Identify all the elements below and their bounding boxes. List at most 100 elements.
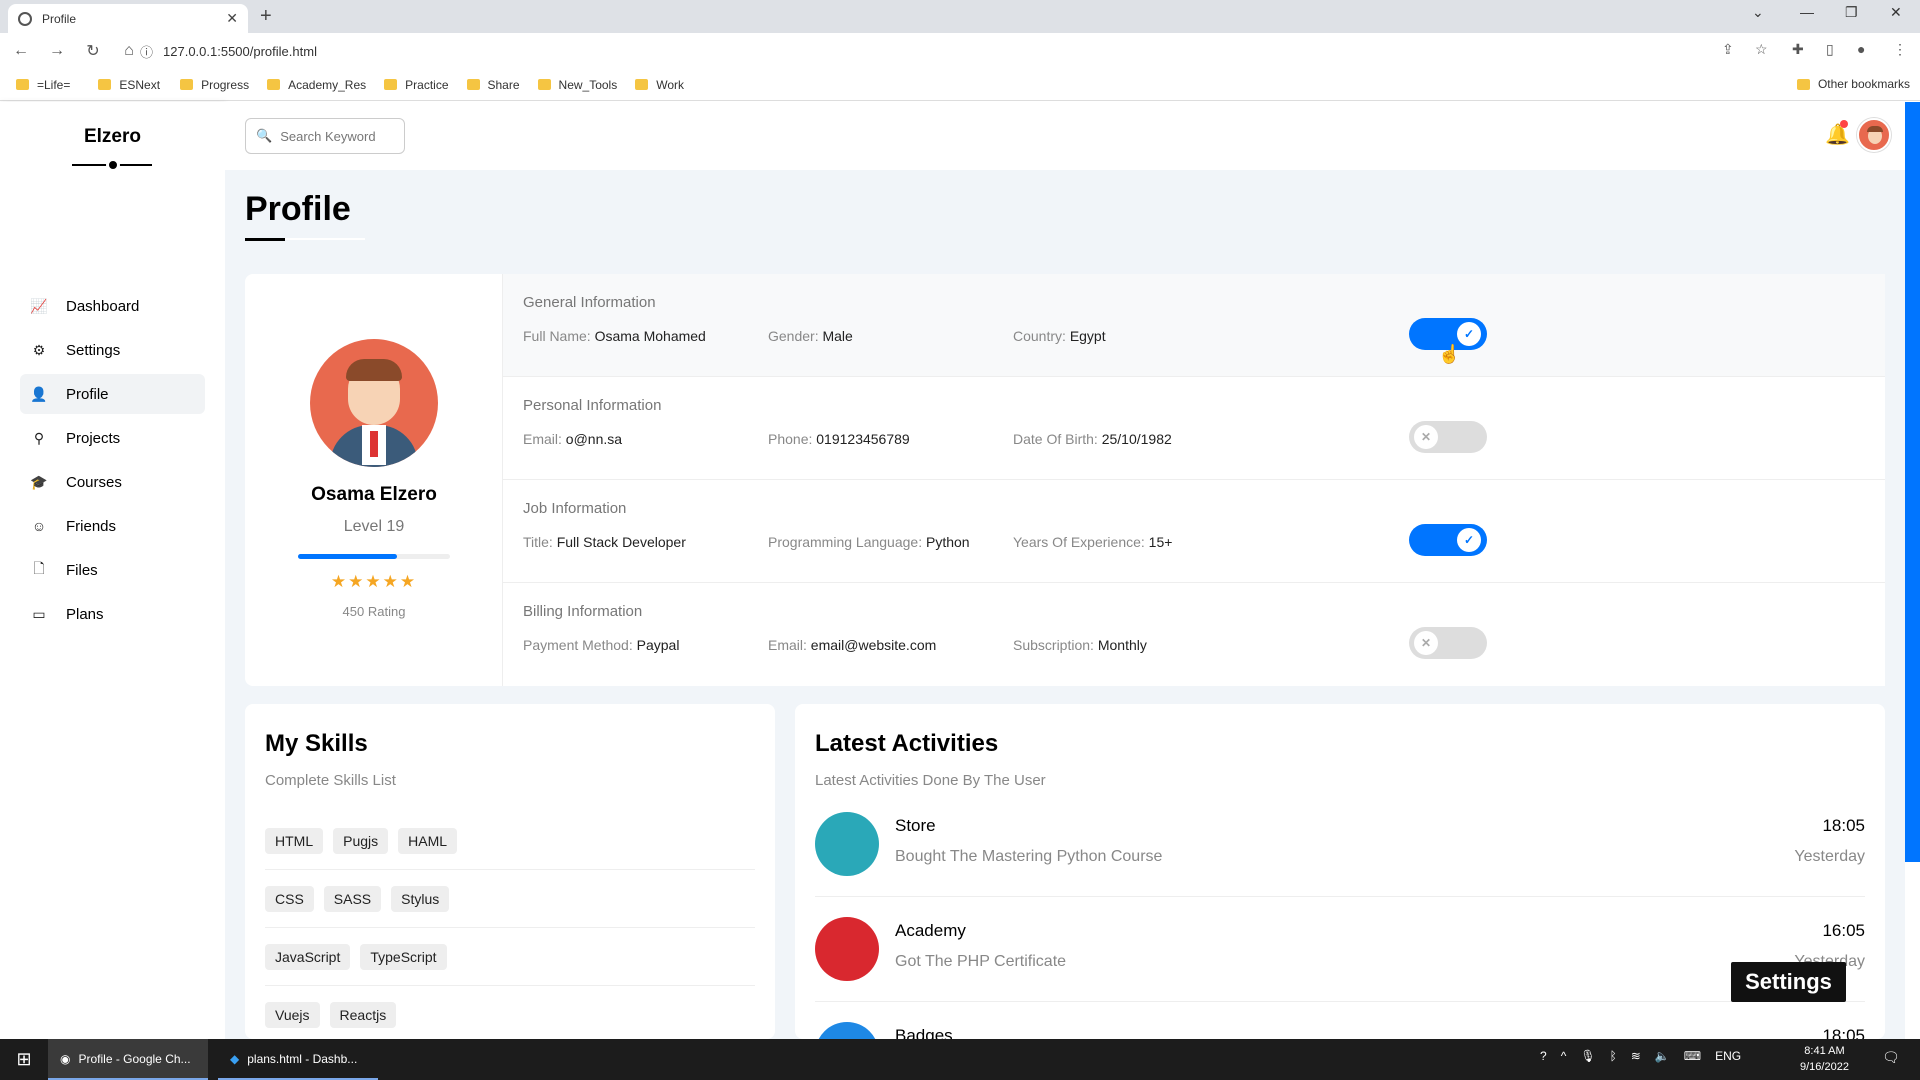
top-header: 🔍 Search Keyword 🔔 bbox=[225, 102, 1905, 170]
notification-dot bbox=[1840, 120, 1848, 128]
minimize-icon[interactable]: — bbox=[1800, 4, 1814, 20]
bookmark[interactable]: Academy_Res bbox=[267, 78, 366, 92]
address-bar[interactable]: ⓘ 127.0.0.1:5500/profile.html bbox=[140, 37, 1760, 65]
language-indicator[interactable]: ENG bbox=[1715, 1049, 1741, 1063]
info-field: Date Of Birth: 25/10/1982 bbox=[1013, 431, 1172, 447]
activity-time: 16:05 bbox=[1822, 921, 1865, 940]
url-text: 127.0.0.1:5500/profile.html bbox=[163, 43, 317, 59]
info-field: Email: email@website.com bbox=[768, 637, 937, 653]
section-toggle[interactable]: ✕ bbox=[1409, 421, 1487, 453]
brand-dot bbox=[106, 158, 120, 172]
search-placeholder: Search Keyword bbox=[280, 128, 376, 144]
other-bookmarks[interactable]: Other bookmarks bbox=[1796, 77, 1910, 91]
info-field: Programming Language: Python bbox=[768, 534, 970, 550]
search-input[interactable]: 🔍 Search Keyword bbox=[245, 118, 405, 154]
extensions-icon[interactable]: ✚ bbox=[1792, 41, 1804, 58]
level-progress-fill bbox=[298, 554, 397, 559]
section-title: Billing Information bbox=[523, 603, 643, 620]
profile-level: Level 19 bbox=[343, 518, 405, 535]
reload-icon[interactable]: ↻ bbox=[78, 41, 108, 61]
info-field: Years Of Experience: 15+ bbox=[1013, 534, 1173, 550]
user-icon: 👤 bbox=[30, 385, 48, 402]
activity-day: Yesterday bbox=[1794, 848, 1865, 865]
bookmark[interactable]: Work bbox=[635, 78, 684, 92]
profile-avatar bbox=[310, 339, 438, 467]
menu-icon[interactable]: ⋮ bbox=[1893, 41, 1907, 58]
activity-item: Badges 18:05 bbox=[815, 1002, 1865, 1039]
volume-icon[interactable]: 🔈 bbox=[1655, 1049, 1670, 1063]
keyboard-icon[interactable]: ⌨ bbox=[1684, 1049, 1701, 1063]
sidebar-item-friends[interactable]: ☺ Friends bbox=[20, 506, 205, 546]
section-title: General Information bbox=[523, 294, 656, 311]
skill-row: HTML Pugjs HAML bbox=[265, 812, 755, 870]
section-toggle[interactable]: ✕ bbox=[1409, 627, 1487, 659]
profile-avatar-icon[interactable]: ● bbox=[1857, 41, 1865, 57]
graduation-cap-icon bbox=[815, 917, 879, 981]
close-icon[interactable]: ✕ bbox=[226, 10, 238, 27]
folder-icon bbox=[635, 79, 649, 90]
activity-title: Store bbox=[895, 816, 936, 835]
sidebar-item-courses[interactable]: 🎓 Courses bbox=[20, 462, 205, 502]
info-section-personal: Personal Information Email: o@nn.sa Phon… bbox=[503, 377, 1885, 480]
brand-logo[interactable]: Elzero bbox=[0, 126, 225, 148]
skill-chip: JavaScript bbox=[265, 943, 351, 970]
info-field: Country: Egypt bbox=[1013, 328, 1106, 344]
bookmark[interactable]: =Life= bbox=[16, 78, 70, 92]
info-icon[interactable]: ⓘ bbox=[140, 42, 153, 61]
scrollbar[interactable] bbox=[1905, 102, 1920, 1039]
skill-chip: Vuejs bbox=[265, 1002, 320, 1028]
chevron-up-icon[interactable]: ^ bbox=[1561, 1049, 1567, 1063]
store-icon bbox=[815, 812, 879, 876]
scrollbar-thumb[interactable] bbox=[1905, 102, 1920, 862]
activity-desc: Got The PHP Certificate bbox=[895, 953, 1067, 970]
info-field: Gender: Male bbox=[768, 328, 853, 344]
sidebar-item-projects[interactable]: ⚲ Projects bbox=[20, 418, 205, 458]
back-icon[interactable]: ← bbox=[6, 42, 36, 60]
window-close-icon[interactable]: ✕ bbox=[1890, 4, 1902, 21]
section-toggle[interactable]: ✓ bbox=[1409, 524, 1487, 556]
restore-icon[interactable]: ❐ bbox=[1845, 4, 1858, 21]
bookmark[interactable]: New_Tools bbox=[537, 78, 617, 92]
sidebar-item-settings[interactable]: ⚙ Settings bbox=[20, 330, 205, 370]
skill-chip: HTML bbox=[265, 827, 324, 854]
taskbar-chrome[interactable]: ◉ Profile - Google Ch... bbox=[48, 1039, 208, 1080]
taskbar-vscode[interactable]: ◆ plans.html - Dashb... bbox=[218, 1039, 378, 1080]
microphone-icon[interactable]: 🎙 bbox=[1580, 1049, 1595, 1063]
activity-desc: Bought The Mastering Python Course bbox=[895, 848, 1163, 865]
clock[interactable]: 8:41 AM 9/16/2022 bbox=[1800, 1043, 1849, 1075]
rating-count: 450 Rating bbox=[342, 604, 406, 619]
star-icon[interactable]: ☆ bbox=[1755, 41, 1768, 58]
sidebar-item-files[interactable]: 🗋 Files bbox=[20, 550, 205, 590]
skill-chip: Reactjs bbox=[329, 1002, 397, 1028]
folder-icon bbox=[466, 79, 480, 90]
notification-center-icon[interactable]: 🗨 bbox=[1882, 1049, 1900, 1066]
bookmark[interactable]: ESNext bbox=[98, 78, 160, 92]
share-icon[interactable]: ⇪ bbox=[1722, 41, 1734, 58]
rating-stars: ★★★★★ bbox=[330, 572, 418, 591]
chevron-down-icon[interactable]: ⌄ bbox=[1752, 4, 1764, 21]
skill-chip: Pugjs bbox=[333, 827, 389, 854]
sidebar-item-profile[interactable]: 👤 Profile bbox=[20, 374, 205, 414]
avatar[interactable] bbox=[1857, 118, 1891, 152]
sidebar-item-dashboard[interactable]: 📈 Dashboard bbox=[20, 286, 205, 326]
forward-icon[interactable]: → bbox=[42, 42, 72, 60]
sidebar-item-plans[interactable]: ▭ Plans bbox=[20, 594, 205, 634]
skill-chip: Stylus bbox=[391, 885, 450, 912]
windows-start-icon[interactable]: ⊞ bbox=[0, 1049, 48, 1070]
bookmark[interactable]: Share bbox=[466, 78, 520, 92]
skill-row: Vuejs Reactjs bbox=[265, 986, 755, 1044]
help-icon[interactable]: ? bbox=[1540, 1049, 1547, 1063]
skills-subtitle: Complete Skills List bbox=[265, 772, 396, 789]
new-tab-icon[interactable]: + bbox=[260, 5, 272, 28]
bookmark[interactable]: Progress bbox=[180, 78, 249, 92]
profile-summary: Osama Elzero Level 19 ★★★★★ 450 Rating bbox=[245, 274, 503, 686]
bluetooth-icon[interactable]: ᛒ bbox=[1610, 1049, 1617, 1063]
wifi-icon[interactable]: ≋ bbox=[1631, 1049, 1641, 1063]
bookmark[interactable]: Practice bbox=[384, 78, 449, 92]
check-icon: ✓ bbox=[1457, 322, 1481, 346]
browser-tab[interactable]: Profile ✕ bbox=[8, 4, 248, 33]
sidepanel-icon[interactable]: ▯ bbox=[1826, 41, 1834, 58]
info-field: Title: Full Stack Developer bbox=[523, 534, 686, 550]
diagram-icon: ⚲ bbox=[33, 429, 45, 446]
skill-row: CSS SASS Stylus bbox=[265, 870, 755, 928]
